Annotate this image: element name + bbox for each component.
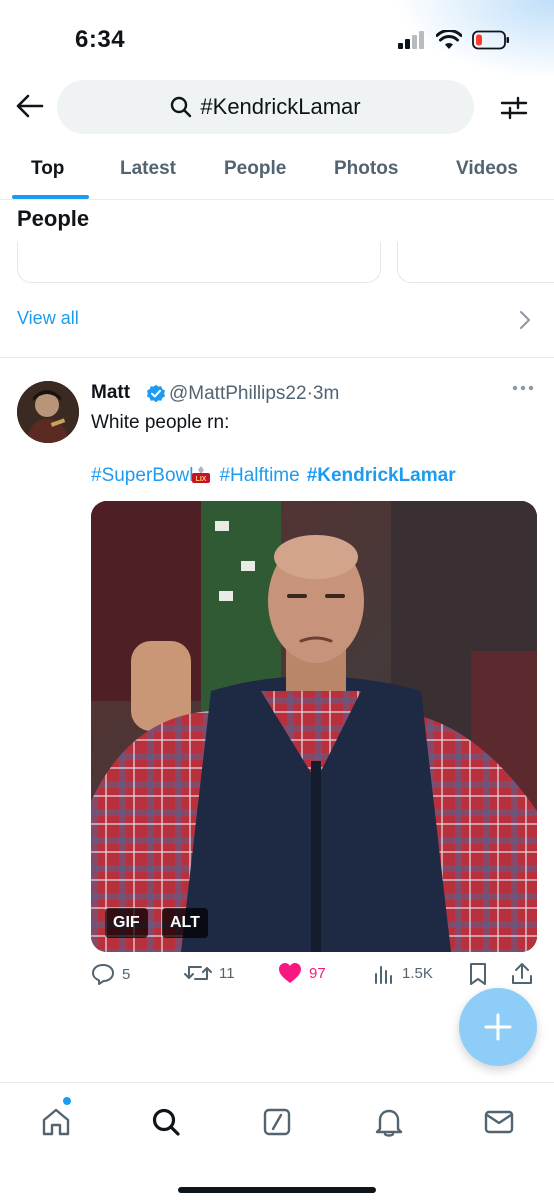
- gif-badge: GIF: [105, 908, 148, 938]
- reply-count: 5: [122, 965, 131, 983]
- superbowl-hashflag-icon: LIX: [192, 466, 211, 483]
- person-card[interactable]: [397, 242, 554, 283]
- analytics-icon: [375, 966, 392, 984]
- alt-text-badge[interactable]: ALT: [162, 908, 208, 938]
- tweet-author-handle: @MattPhillips22: [169, 383, 307, 404]
- notifications-icon: [375, 1109, 403, 1137]
- share-icon: [512, 963, 532, 984]
- more-options-icon[interactable]: [512, 384, 534, 392]
- tweet-actions: 5 11 97 1.5K: [91, 962, 537, 990]
- heart-filled-icon: [279, 963, 301, 983]
- filter-sliders-icon: [500, 96, 528, 120]
- nav-home[interactable]: [36, 1102, 76, 1142]
- gif-image: [91, 501, 537, 952]
- reply-button[interactable]: 5: [91, 962, 130, 986]
- tweet-media-gif[interactable]: GIF ALT: [91, 501, 537, 952]
- nav-grok[interactable]: [257, 1102, 297, 1142]
- home-notification-dot: [63, 1097, 71, 1105]
- like-count: 97: [309, 964, 326, 982]
- chevron-right-icon[interactable]: [519, 310, 531, 330]
- hashtag-link[interactable]: #KendrickLamar: [307, 465, 456, 487]
- tweet-text: White people rn:: [91, 412, 230, 433]
- retweet-icon: [184, 966, 212, 980]
- hashtag-link[interactable]: #SuperBowl: [91, 465, 193, 487]
- tab-latest[interactable]: Latest: [120, 158, 176, 180]
- person-card[interactable]: [17, 242, 381, 283]
- tweet-hashtags: #SuperBowl LIX #Halftime #KendrickLamar: [91, 465, 463, 487]
- home-indicator: [178, 1187, 376, 1193]
- search-filter-button[interactable]: [494, 88, 534, 128]
- nav-notifications[interactable]: [369, 1102, 409, 1142]
- bookmark-icon: [470, 963, 486, 985]
- nav-search[interactable]: [146, 1102, 186, 1142]
- view-all-link[interactable]: View all: [17, 308, 79, 329]
- wifi-icon: [436, 30, 462, 49]
- retweet-count: 11: [219, 964, 235, 982]
- compose-post-button[interactable]: [459, 988, 537, 1066]
- retweet-button[interactable]: 11: [184, 962, 235, 984]
- messages-icon: [484, 1110, 514, 1134]
- views-button[interactable]: 1.5K: [373, 962, 433, 984]
- search-query: #KendrickLamar: [200, 94, 361, 119]
- verified-badge-icon: [147, 384, 165, 403]
- cellular-signal-icon: [398, 31, 424, 49]
- tab-people[interactable]: People: [224, 158, 286, 180]
- arrow-left-icon: [16, 94, 44, 118]
- avatar-image: [17, 381, 79, 443]
- back-button[interactable]: [12, 88, 48, 124]
- active-tab-indicator: [12, 195, 89, 199]
- tab-photos[interactable]: Photos: [334, 158, 398, 180]
- search-icon: [171, 96, 192, 118]
- home-icon: [42, 1108, 70, 1136]
- bottom-navigation: [0, 1082, 554, 1201]
- hashtag-link[interactable]: #Halftime: [219, 465, 299, 487]
- tweet-author-name[interactable]: Matt: [91, 382, 130, 404]
- reply-icon: [92, 964, 114, 985]
- nav-messages[interactable]: [479, 1102, 519, 1142]
- status-bar: 6:34: [0, 0, 554, 80]
- svg-text:LIX: LIX: [196, 476, 207, 483]
- plus-icon: [484, 1013, 512, 1041]
- tweet-handle-time[interactable]: @MattPhillips22·3m: [169, 383, 339, 405]
- search-icon: [152, 1108, 180, 1136]
- tab-videos[interactable]: Videos: [456, 158, 518, 180]
- like-button[interactable]: 97: [278, 962, 326, 984]
- tweet-time: ·3m: [306, 383, 340, 404]
- section-divider: [0, 357, 554, 358]
- tab-top[interactable]: Top: [31, 158, 64, 180]
- people-section-title: People: [17, 206, 90, 231]
- view-count: 1.5K: [402, 964, 433, 982]
- grok-icon: [263, 1108, 291, 1136]
- battery-low-icon: [472, 30, 509, 50]
- share-button[interactable]: [511, 962, 533, 986]
- status-time: 6:34: [75, 26, 126, 53]
- avatar[interactable]: [17, 381, 79, 443]
- search-input[interactable]: #KendrickLamar: [57, 80, 474, 134]
- status-icons: [398, 30, 510, 50]
- search-tabs: Top Latest People Photos Videos: [0, 145, 554, 200]
- bookmark-button[interactable]: [469, 962, 487, 986]
